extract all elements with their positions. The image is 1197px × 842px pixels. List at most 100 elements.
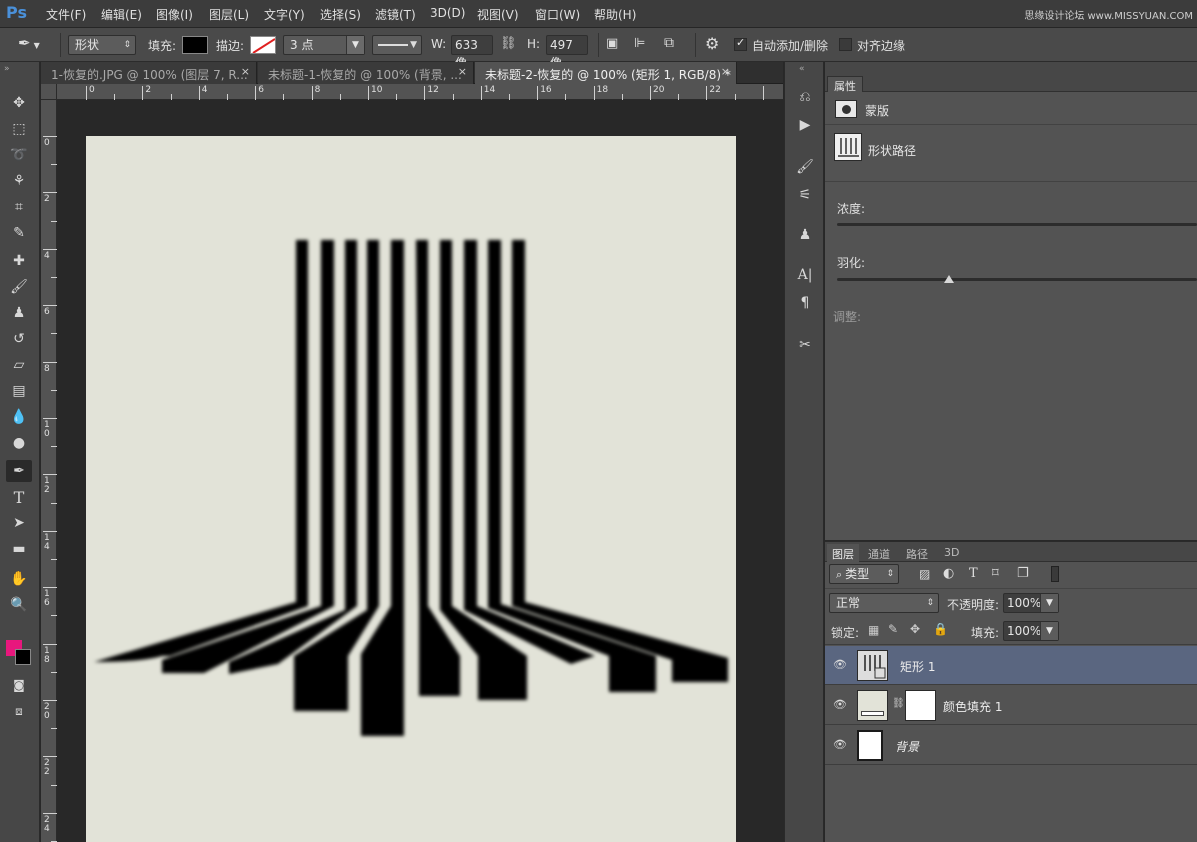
layer-row[interactable]: 👁 矩形 1 [825, 646, 1197, 685]
menu-view[interactable]: 视图(V) [477, 6, 519, 23]
brush-panel-icon[interactable]: 🖌 [792, 156, 818, 178]
layer-row[interactable]: 👁 ⛓ 颜色填充 1 [825, 686, 1197, 725]
height-field[interactable]: 497 像 [546, 35, 588, 70]
path-select-tool-icon[interactable]: ➤ [6, 512, 32, 534]
menu-type[interactable]: 文字(Y) [264, 6, 305, 23]
mask-label[interactable]: 蒙版 [865, 102, 889, 119]
lock-position-icon[interactable]: ✥ [910, 622, 920, 636]
close-icon[interactable]: × [241, 65, 250, 78]
layer-name[interactable]: 背景 [895, 738, 919, 755]
rectangle-tool-icon[interactable]: ▬ [6, 538, 32, 560]
tab-channels[interactable]: 通道 [863, 544, 895, 562]
filter-pixel-icon[interactable]: ▨ [919, 567, 930, 581]
background-color-swatch[interactable] [15, 649, 31, 665]
tab-properties[interactable]: 属性 [827, 76, 863, 93]
layer-row[interactable]: 👁 背景 [825, 726, 1197, 765]
link-icon[interactable]: ⛓ [500, 36, 517, 51]
history-panel-icon[interactable]: ⎌ [792, 86, 818, 108]
document-tab-active[interactable]: 未标题-2-恢复的 @ 100% (矩形 1, RGB/8) * × [475, 62, 737, 84]
brush-tool-icon[interactable]: 🖌 [6, 276, 32, 298]
stroke-swatch[interactable] [250, 36, 276, 54]
lock-all-icon[interactable]: 🔒 [933, 622, 948, 636]
quick-mask-icon[interactable]: ◙ [6, 674, 32, 696]
layer-name[interactable]: 颜色填充 1 [943, 698, 1002, 715]
pen-tool-preset-icon[interactable]: ✒ ▼ [18, 34, 54, 56]
document-tab[interactable]: 未标题-1-恢复的 @ 100% (背景, ... × [258, 62, 474, 84]
vertical-ruler[interactable]: 0 2 4 6 8 10 12 14 16 18 20 22 24 [41, 100, 57, 842]
filter-shape-icon[interactable]: ⌑ [992, 566, 999, 581]
clone-source-icon[interactable]: ♟ [792, 224, 818, 246]
link-icon[interactable]: ⛓ [892, 698, 905, 709]
menu-3d[interactable]: 3D(D) [430, 6, 465, 20]
layer-filter-select[interactable]: ⌕ 类型 ⇕ [829, 564, 899, 584]
width-field[interactable]: 633 像 [451, 35, 493, 70]
layer-name[interactable]: 矩形 1 [900, 658, 935, 675]
mask-thumbnail[interactable] [905, 690, 936, 721]
menu-edit[interactable]: 编辑(E) [101, 6, 142, 23]
path-alignment-icon[interactable]: ⊫ [634, 36, 645, 51]
filter-smart-object-icon[interactable]: ❐ [1017, 566, 1029, 581]
menu-layer[interactable]: 图层(L) [209, 6, 249, 23]
zoom-tool-icon[interactable]: 🔍 [6, 594, 32, 616]
eye-icon[interactable]: 👁 [833, 698, 847, 711]
lock-pixels-icon[interactable]: ✎ [888, 622, 898, 636]
crop-tool-icon[interactable]: ⌗ [6, 196, 32, 218]
document-tab[interactable]: 1-恢复的.JPG @ 100% (图层 7, R... × [41, 62, 257, 84]
move-tool-icon[interactable]: ✥ [6, 92, 32, 114]
lasso-tool-icon[interactable]: ➰ [6, 144, 32, 166]
menu-help[interactable]: 帮助(H) [594, 6, 636, 23]
eye-icon[interactable]: 👁 [833, 738, 847, 751]
fill-swatch[interactable] [182, 36, 208, 54]
tool-mode-select[interactable]: 形状 ⇕ [68, 35, 136, 55]
menu-file[interactable]: 文件(F) [46, 6, 86, 23]
filter-adjustment-icon[interactable]: ◐ [943, 566, 954, 581]
auto-add-delete-checkbox[interactable]: ✓ [734, 36, 747, 51]
paragraph-panel-icon[interactable]: ¶ [792, 292, 818, 314]
menu-select[interactable]: 选择(S) [320, 6, 361, 23]
character-panel-icon[interactable]: A| [792, 264, 818, 286]
collapse-icon[interactable]: » [4, 64, 10, 74]
tab-3d[interactable]: 3D [939, 544, 964, 562]
actions-panel-icon[interactable]: ▶ [792, 114, 818, 136]
dodge-tool-icon[interactable]: ● [6, 432, 32, 454]
eraser-tool-icon[interactable]: ▱ [6, 354, 32, 376]
feather-slider[interactable] [837, 278, 1197, 281]
tab-paths[interactable]: 路径 [901, 544, 933, 562]
align-edges-checkbox[interactable] [839, 38, 852, 51]
fill-opacity-field[interactable]: 100% ▼ [1003, 621, 1059, 641]
ruler-origin[interactable] [41, 84, 57, 100]
healing-brush-tool-icon[interactable]: ✚ [6, 250, 32, 272]
close-icon[interactable]: × [458, 65, 467, 78]
stamp-tool-icon[interactable]: ♟ [6, 302, 32, 324]
quick-select-tool-icon[interactable]: ⚘ [6, 170, 32, 192]
lock-transparent-icon[interactable]: ▦ [868, 623, 879, 637]
document-canvas[interactable] [86, 136, 736, 842]
type-tool-icon[interactable]: T [6, 486, 32, 508]
density-slider[interactable] [837, 223, 1197, 226]
horizontal-ruler[interactable]: 0 2 4 6 8 10 12 14 16 18 20 22 [57, 84, 783, 100]
eye-icon[interactable]: 👁 [833, 658, 847, 671]
close-icon[interactable]: × [721, 65, 730, 78]
stroke-width-field[interactable]: 3 点 ▼ [283, 35, 365, 55]
gradient-tool-icon[interactable]: ▤ [6, 380, 32, 402]
screen-mode-icon[interactable]: ⧈ [6, 700, 32, 722]
canvas-workspace[interactable] [57, 100, 783, 842]
history-brush-tool-icon[interactable]: ↺ [6, 328, 32, 350]
gear-icon[interactable]: ⚙ [705, 34, 719, 53]
eyedropper-tool-icon[interactable]: ✎ [6, 222, 32, 244]
brush-presets-icon[interactable]: ⚟ [792, 184, 818, 206]
tool-presets-icon[interactable]: ✂ [792, 334, 818, 356]
blend-mode-select[interactable]: 正常 ⇕ [829, 593, 939, 613]
filter-type-icon[interactable]: T [969, 566, 978, 581]
filter-toggle-icon[interactable] [1051, 566, 1059, 582]
collapse-icon[interactable]: « [799, 64, 805, 74]
blur-tool-icon[interactable]: 💧 [6, 406, 32, 428]
feather-slider-thumb[interactable] [943, 275, 954, 283]
pen-tool-icon[interactable]: ✒ [6, 460, 32, 482]
menu-window[interactable]: 窗口(W) [535, 6, 580, 23]
tab-layers[interactable]: 图层 [827, 544, 859, 562]
marquee-tool-icon[interactable]: ⬚ [6, 118, 32, 140]
path-arrangement-icon[interactable]: ⧉ [664, 35, 674, 51]
stroke-type-select[interactable]: ▼ [372, 35, 422, 55]
opacity-field[interactable]: 100% ▼ [1003, 593, 1059, 613]
